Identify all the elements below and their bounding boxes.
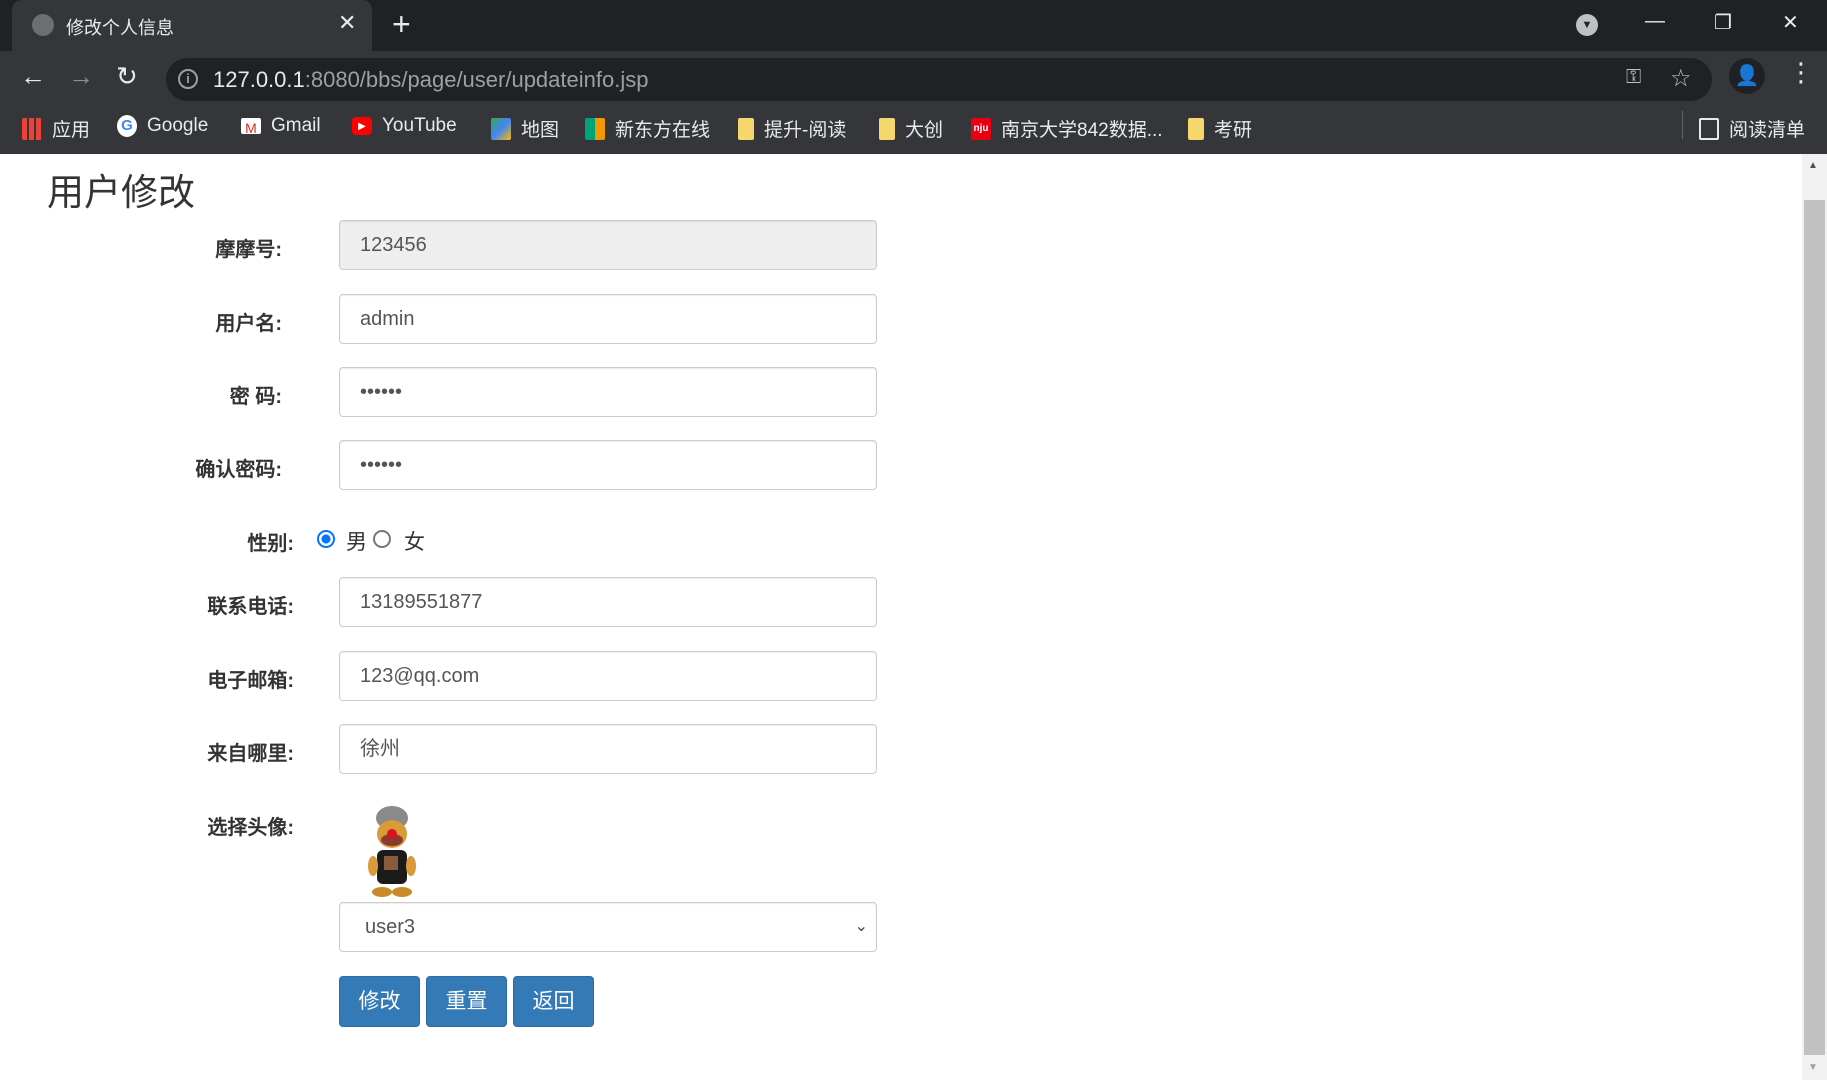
new-tab-button[interactable]: + bbox=[392, 6, 411, 43]
avatar-image bbox=[362, 804, 422, 898]
gender-male-radio[interactable] bbox=[317, 530, 335, 548]
bookmark-label: Gmail bbox=[271, 115, 321, 136]
back-button[interactable]: 返回 bbox=[513, 976, 594, 1027]
submit-button[interactable]: 修改 bbox=[339, 976, 420, 1027]
bookmark-label: Google bbox=[147, 115, 209, 136]
confirm-password-input[interactable]: •••••• bbox=[339, 440, 877, 490]
reload-icon[interactable]: ↻ bbox=[116, 61, 138, 92]
google-icon: G bbox=[117, 115, 137, 137]
browser-toolbar: ← → ↻ i 127.0.0.1:8080/bbs/page/user/upd… bbox=[0, 51, 1827, 154]
bookmark-label: 地图 bbox=[521, 120, 560, 141]
bookmark-label: 提升-阅读 bbox=[764, 120, 847, 141]
tab-search-icon[interactable]: ▼ bbox=[1576, 14, 1598, 36]
password-input[interactable]: •••••• bbox=[339, 367, 877, 417]
bookmark-gmail[interactable]: M Gmail bbox=[241, 115, 321, 137]
apps-grid-icon bbox=[22, 117, 42, 140]
close-tab-icon[interactable]: ✕ bbox=[338, 10, 356, 36]
bookmark-apps[interactable]: 应用 bbox=[22, 115, 90, 142]
back-icon[interactable]: ← bbox=[20, 61, 46, 92]
restore-button[interactable]: ❐ bbox=[1714, 10, 1732, 35]
youtube-icon: ▶ bbox=[352, 117, 372, 135]
reading-list-button[interactable]: 阅读清单 bbox=[1699, 115, 1805, 142]
bookmark-label: YouTube bbox=[382, 115, 457, 136]
scroll-down-arrow[interactable]: ▼ bbox=[1808, 1062, 1818, 1073]
globe-icon bbox=[32, 14, 54, 36]
from-label: 来自哪里: bbox=[207, 743, 294, 765]
folder-icon bbox=[879, 117, 895, 140]
reading-list-icon bbox=[1699, 117, 1719, 140]
browser-tab[interactable]: 修改个人信息 ✕ bbox=[12, 0, 372, 51]
bookmark-folder-kaoyan[interactable]: 考研 bbox=[1188, 115, 1252, 142]
profile-icon[interactable]: 👤 bbox=[1729, 58, 1765, 94]
tab-strip: 修改个人信息 ✕ + ▼ — ❐ ✕ bbox=[0, 0, 1827, 51]
url-host: 127.0.0.1 bbox=[213, 67, 305, 92]
xdf-icon bbox=[585, 117, 605, 140]
momo-field: 123456 bbox=[339, 220, 877, 270]
email-input[interactable]: 123@qq.com bbox=[339, 651, 877, 701]
scroll-up-arrow[interactable]: ▲ bbox=[1808, 160, 1818, 171]
password-label: 密 码: bbox=[229, 386, 282, 408]
divider bbox=[1682, 111, 1683, 139]
avatar-select-value: user3 bbox=[365, 916, 416, 938]
momo-label: 摩摩号: bbox=[215, 239, 282, 261]
bookmark-label: 新东方在线 bbox=[615, 120, 711, 141]
gender-female-label: 女 bbox=[404, 531, 425, 554]
close-window-button[interactable]: ✕ bbox=[1782, 10, 1799, 35]
star-icon[interactable]: ☆ bbox=[1670, 64, 1692, 93]
email-label: 电子邮箱: bbox=[207, 670, 294, 692]
username-label: 用户名: bbox=[215, 313, 282, 335]
confirm-password-label: 确认密码: bbox=[195, 459, 282, 481]
avatar-label: 选择头像: bbox=[207, 817, 294, 839]
bookmark-label: 大创 bbox=[905, 120, 944, 141]
maps-icon bbox=[491, 117, 511, 140]
folder-icon bbox=[1188, 117, 1204, 140]
bookmark-label: 南京大学842数据... bbox=[1001, 120, 1163, 141]
address-bar[interactable]: i 127.0.0.1:8080/bbs/page/user/updateinf… bbox=[166, 58, 1712, 101]
forward-icon[interactable]: → bbox=[68, 61, 94, 92]
reset-button[interactable]: 重置 bbox=[426, 976, 507, 1027]
bookmark-maps[interactable]: 地图 bbox=[491, 115, 559, 142]
bookmark-folder-reading[interactable]: 提升-阅读 bbox=[738, 115, 846, 142]
bookmark-label: 考研 bbox=[1214, 120, 1253, 141]
key-icon[interactable]: ⚿ bbox=[1626, 66, 1641, 89]
page-title: 用户修改 bbox=[47, 172, 195, 213]
minimize-button[interactable]: — bbox=[1645, 10, 1665, 33]
gender-female-radio[interactable] bbox=[373, 530, 391, 548]
scrollbar-thumb[interactable] bbox=[1804, 200, 1825, 1055]
chevron-down-icon: ⌄ bbox=[854, 918, 868, 935]
phone-input[interactable]: 13189551877 bbox=[339, 577, 877, 627]
bookmark-youtube[interactable]: ▶ YouTube bbox=[352, 115, 457, 137]
avatar-select[interactable]: user3 ⌄ bbox=[339, 902, 877, 952]
info-icon[interactable]: i bbox=[178, 69, 198, 89]
nju-icon: nju bbox=[971, 117, 991, 140]
menu-icon[interactable]: ⋮ bbox=[1788, 57, 1814, 88]
tab-title: 修改个人信息 bbox=[66, 18, 174, 38]
bookmark-google[interactable]: G Google bbox=[117, 115, 208, 137]
url-path: :8080/bbs/page/user/updateinfo.jsp bbox=[304, 67, 649, 92]
bookmark-label: 应用 bbox=[52, 120, 91, 141]
url-text[interactable]: 127.0.0.1:8080/bbs/page/user/updateinfo.… bbox=[213, 67, 648, 93]
bookmark-xdf[interactable]: 新东方在线 bbox=[585, 115, 710, 142]
folder-icon bbox=[738, 117, 754, 140]
from-input[interactable]: 徐州 bbox=[339, 724, 877, 774]
phone-label: 联系电话: bbox=[207, 596, 294, 618]
gender-male-label: 男 bbox=[346, 531, 367, 554]
reading-list-label: 阅读清单 bbox=[1729, 120, 1806, 141]
bookmark-nju[interactable]: nju 南京大学842数据... bbox=[971, 115, 1163, 142]
gender-label: 性别: bbox=[247, 533, 294, 555]
bookmark-folder-dachuang[interactable]: 大创 bbox=[879, 115, 943, 142]
username-input[interactable]: admin bbox=[339, 294, 877, 344]
gmail-icon: M bbox=[241, 118, 261, 136]
